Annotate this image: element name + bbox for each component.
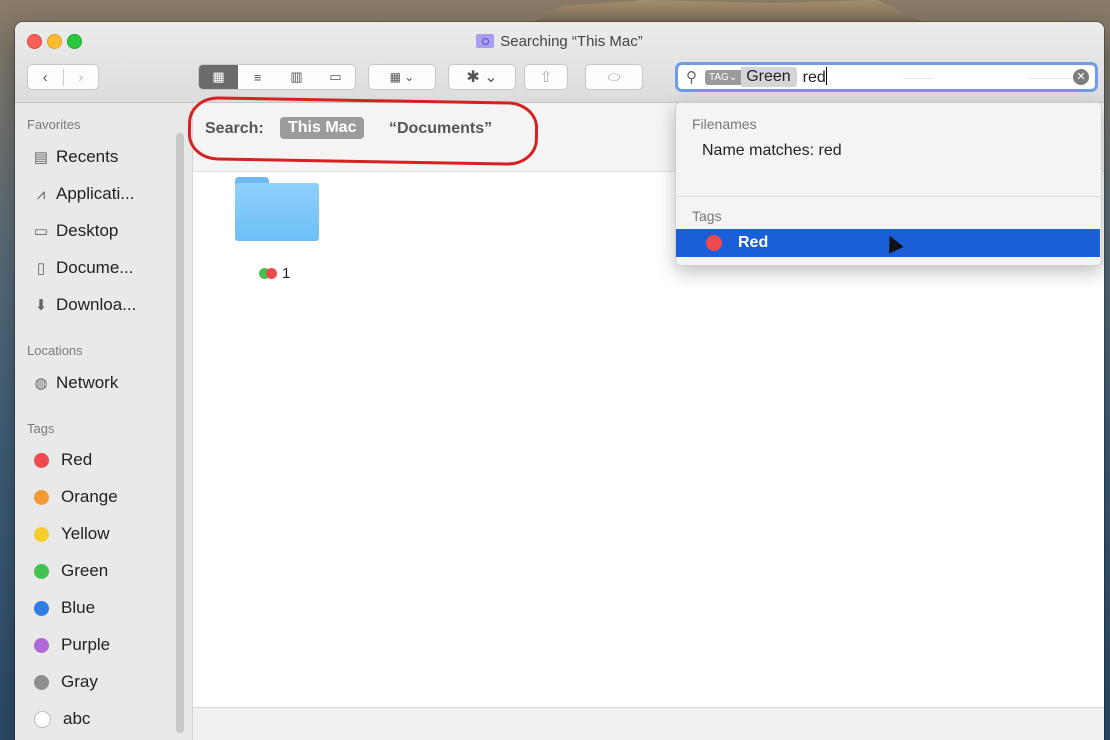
gallery-view-button[interactable]: ▭ (316, 65, 355, 89)
red-tag-dot (266, 268, 277, 279)
smart-folder-icon (476, 34, 495, 48)
tag-color-dot (34, 526, 49, 542)
documents-icon: ▯ (36, 260, 46, 277)
view-mode-control: ▦ ≡ ▥ ▭ (198, 64, 356, 90)
downloads-icon: ⬇ (34, 297, 48, 314)
sidebar-item-applications[interactable]: ⩘ Applicati... (31, 182, 135, 206)
search-field[interactable]: ⚲ TAG⌄ Green red ✕ (675, 62, 1098, 92)
search-input[interactable]: red (803, 67, 827, 87)
sidebar-item-network[interactable]: ◍ Network (31, 371, 118, 395)
sidebar-tag-yellow[interactable]: Yellow (31, 522, 110, 546)
sidebar-item-recents[interactable]: ▤ Recents (31, 145, 118, 169)
sidebar-header-tags: Tags (27, 421, 55, 436)
sidebar-tag-orange[interactable]: Orange (31, 485, 118, 509)
action-gear-button[interactable]: ✱ ⌄ (448, 64, 516, 90)
titlebar: Searching “This Mac” ‹ › ▦ ≡ ▥ ▭ ▦ ⌄ ✱ ⌄… (15, 22, 1104, 103)
applications-icon: ⩘ (36, 185, 46, 203)
tag-color-dot (34, 600, 49, 616)
sidebar-header-favorites: Favorites (27, 117, 81, 132)
forward-button[interactable]: › (62, 68, 99, 86)
window-title: Searching “This Mac” (15, 33, 1104, 50)
suggestions-header-tags: Tags (692, 208, 722, 224)
status-bar (193, 707, 1104, 740)
search-token-value[interactable]: Green (741, 67, 797, 87)
tag-color-dot (34, 674, 49, 690)
network-icon: ◍ (34, 375, 48, 392)
search-token-type[interactable]: TAG⌄ (705, 69, 742, 85)
suggestions-header-filenames: Filenames (692, 116, 757, 132)
field-divider (903, 78, 933, 79)
back-button[interactable]: ‹ (28, 69, 63, 86)
group-by-button[interactable]: ▦ ⌄ (368, 64, 436, 90)
sidebar-tag-abc[interactable]: abc (31, 707, 90, 731)
tag-color-dot (34, 489, 49, 505)
sidebar: Favorites ▤ Recents ⩘ Applicati... ▭ Deskto… (15, 103, 193, 740)
sidebar-item-documents[interactable]: ▯ Docume... (31, 256, 134, 280)
sidebar-tag-blue[interactable]: Blue (31, 596, 95, 620)
red-annotation-circle (187, 95, 539, 167)
desktop-icon: ▭ (33, 223, 49, 240)
sidebar-tag-gray[interactable]: Gray (31, 670, 98, 694)
column-view-button[interactable]: ▥ (277, 65, 316, 89)
tag-color-dot (34, 452, 49, 468)
tag-color-dot (34, 637, 49, 653)
text-caret (825, 67, 827, 85)
suggestion-name-matches[interactable]: Name matches: red (702, 142, 842, 160)
result-item-label[interactable]: 1 (259, 265, 290, 282)
recents-icon: ▤ (33, 149, 49, 166)
red-tag-dot (706, 235, 722, 251)
sidebar-scrollbar[interactable] (176, 133, 184, 733)
icon-view-button[interactable]: ▦ (199, 65, 238, 89)
edit-tags-button[interactable]: ⬭ (585, 64, 643, 90)
sidebar-item-downloads[interactable]: ⬇ Downloa... (31, 293, 137, 317)
share-button[interactable]: ⇧ (524, 64, 568, 90)
clear-search-icon[interactable]: ✕ (1073, 69, 1089, 85)
nav-buttons: ‹ › (27, 64, 99, 90)
sidebar-item-desktop[interactable]: ▭ Desktop (31, 219, 118, 243)
sidebar-tag-green[interactable]: Green (31, 559, 108, 583)
list-view-button[interactable]: ≡ (238, 65, 277, 89)
sidebar-tag-purple[interactable]: Purple (31, 633, 110, 657)
finder-window: Searching “This Mac” ‹ › ▦ ≡ ▥ ▭ ▦ ⌄ ✱ ⌄… (15, 22, 1104, 740)
tag-color-dot (34, 563, 49, 579)
folder-icon[interactable] (235, 177, 319, 241)
menu-divider (676, 196, 1101, 197)
sidebar-tag-red[interactable]: Red (31, 448, 92, 472)
sidebar-header-locations: Locations (27, 343, 83, 358)
field-divider (1028, 78, 1073, 79)
tag-color-dot (34, 710, 51, 728)
search-icon: ⚲ (686, 69, 697, 86)
